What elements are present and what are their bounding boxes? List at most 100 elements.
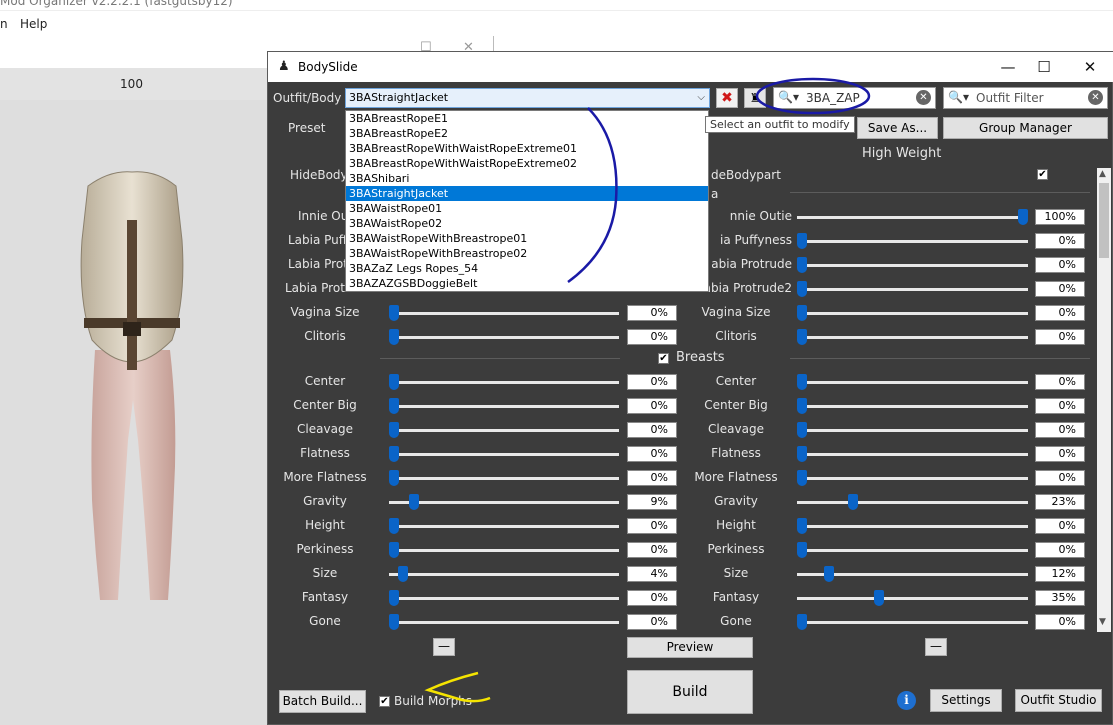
left-vagina-slider-0-value[interactable]: 0% — [627, 305, 677, 321]
low-slider-fantasy-value[interactable]: 0% — [627, 590, 677, 606]
settings-button[interactable]: Settings — [930, 689, 1002, 712]
low-slider-size-value[interactable]: 4% — [627, 566, 677, 582]
dropdown-option[interactable]: 3BABreastRopeE1 — [346, 111, 708, 126]
high-slider-cleavage-track[interactable] — [797, 429, 1028, 432]
dropdown-option[interactable]: 3BAWaistRopeWithBreastrope01 — [346, 231, 708, 246]
scrollbar-thumb[interactable] — [1099, 183, 1109, 258]
left-vagina-slider-0-thumb[interactable] — [389, 305, 399, 321]
high-slider-size-value[interactable]: 12% — [1035, 566, 1085, 582]
right-vagina-slider-0-value[interactable]: 0% — [1035, 305, 1085, 321]
outfit-studio-button[interactable]: Outfit Studio — [1015, 689, 1102, 712]
dropdown-option[interactable]: 3BAZAZGSBDoggieBelt — [346, 276, 708, 291]
info-icon[interactable]: i — [897, 691, 916, 710]
high-slider-perkiness-track[interactable] — [797, 549, 1028, 552]
high-slider-flatness-value[interactable]: 0% — [1035, 446, 1085, 462]
high-slider-cleavage-value[interactable]: 0% — [1035, 422, 1085, 438]
low-slider-center-big-value[interactable]: 0% — [627, 398, 677, 414]
dropdown-option[interactable]: 3BAWaistRope02 — [346, 216, 708, 231]
build-morphs-checkbox[interactable]: ✔ — [379, 696, 390, 707]
collapse-low-button[interactable]: — — [433, 638, 455, 656]
dropdown-option[interactable]: 3BAStraightJacket — [346, 186, 708, 201]
low-slider-fantasy-thumb[interactable] — [389, 590, 399, 606]
high-slider-center-big-value[interactable]: 0% — [1035, 398, 1085, 414]
right-vagina-slider-1-thumb[interactable] — [797, 329, 807, 345]
high-slider-center-track[interactable] — [797, 381, 1028, 384]
batch-build-button[interactable]: Batch Build... — [279, 690, 366, 713]
left-vagina-slider-1-value[interactable]: 0% — [627, 329, 677, 345]
high-slider-center-thumb[interactable] — [797, 374, 807, 390]
dropdown-option[interactable]: 3BABreastRopeWithWaistRopeExtreme01 — [346, 141, 708, 156]
dropdown-option[interactable]: 3BAWaistRopeWithBreastrope02 — [346, 246, 708, 261]
save-as-button[interactable]: Save As... — [857, 117, 938, 139]
high-slider-center-value[interactable]: 0% — [1035, 374, 1085, 390]
low-slider-height-thumb[interactable] — [389, 518, 399, 534]
left-vagina-slider-1-thumb[interactable] — [389, 329, 399, 345]
low-slider-size-track[interactable] — [389, 573, 619, 576]
high-slider-fantasy-thumb[interactable] — [874, 590, 885, 606]
low-slider-gravity-value[interactable]: 9% — [627, 494, 677, 510]
low-slider-fantasy-track[interactable] — [389, 597, 619, 600]
low-slider-perkiness-thumb[interactable] — [389, 542, 399, 558]
right-slider-0-thumb[interactable] — [1018, 209, 1028, 225]
preview-button[interactable]: Preview — [627, 637, 753, 658]
maximize-icon[interactable]: ☐ — [1026, 56, 1062, 78]
dropdown-option[interactable]: 3BAShibari — [346, 171, 708, 186]
high-slider-gone-thumb[interactable] — [797, 614, 807, 630]
right-slider-3-value[interactable]: 0% — [1035, 281, 1085, 297]
scroll-down-icon[interactable]: ▼ — [1099, 617, 1106, 627]
high-slider-perkiness-thumb[interactable] — [797, 542, 807, 558]
low-slider-center-big-thumb[interactable] — [389, 398, 399, 414]
high-slider-flatness-thumb[interactable] — [797, 446, 807, 462]
minimize-icon[interactable]: — — [990, 56, 1026, 78]
close-icon[interactable]: ✕ — [1072, 56, 1108, 78]
low-slider-center-big-track[interactable] — [389, 405, 619, 408]
low-slider-more-flatness-track[interactable] — [389, 477, 619, 480]
high-slider-height-thumb[interactable] — [797, 518, 807, 534]
low-slider-flatness-thumb[interactable] — [389, 446, 399, 462]
right-slider-3-thumb[interactable] — [797, 281, 807, 297]
high-slider-center-big-thumb[interactable] — [797, 398, 807, 414]
low-slider-center-value[interactable]: 0% — [627, 374, 677, 390]
right-vagina-slider-0-thumb[interactable] — [797, 305, 807, 321]
high-slider-gravity-thumb[interactable] — [847, 494, 858, 510]
left-vagina-slider-0-track[interactable] — [389, 312, 619, 315]
outfit-dropdown-list[interactable]: 3BABreastRopeE1 3BABreastRopeE2 3BABreastR… — [345, 110, 709, 292]
right-vagina-slider-1-track[interactable] — [797, 336, 1028, 339]
clear-filter-icon[interactable]: ✕ — [1088, 90, 1103, 105]
outfit-search-field[interactable]: 🔍▾ 3BA_ZAP ✕ — [773, 87, 936, 109]
high-slider-fantasy-value[interactable]: 35% — [1035, 590, 1085, 606]
right-slider-2-value[interactable]: 0% — [1035, 257, 1085, 273]
high-slider-more-flatness-track[interactable] — [797, 477, 1028, 480]
high-slider-gravity-value[interactable]: 23% — [1035, 494, 1085, 510]
collapse-high-button[interactable]: — — [925, 638, 947, 656]
low-slider-height-track[interactable] — [389, 525, 619, 528]
dropdown-option[interactable]: 3BABreastRopeE2 — [346, 126, 708, 141]
low-slider-size-thumb[interactable] — [397, 566, 408, 582]
low-slider-gone-thumb[interactable] — [389, 614, 399, 630]
high-slider-more-flatness-value[interactable]: 0% — [1035, 470, 1085, 486]
right-vagina-slider-0-track[interactable] — [797, 312, 1028, 315]
right-slider-1-value[interactable]: 0% — [1035, 233, 1085, 249]
high-slider-gone-value[interactable]: 0% — [1035, 614, 1085, 630]
low-slider-flatness-track[interactable] — [389, 453, 619, 456]
low-slider-center-track[interactable] — [389, 381, 619, 384]
dropdown-option[interactable]: 3BABreastRopeWithWaistRopeExtreme02 — [346, 156, 708, 171]
low-slider-flatness-value[interactable]: 0% — [627, 446, 677, 462]
hide-bodypart-checkbox[interactable]: ✔ — [1037, 169, 1048, 180]
right-slider-2-thumb[interactable] — [797, 257, 807, 273]
low-slider-height-value[interactable]: 0% — [627, 518, 677, 534]
right-slider-3-track[interactable] — [797, 288, 1028, 291]
right-slider-0-track[interactable] — [797, 216, 1028, 219]
group-manager-button[interactable]: Group Manager — [943, 117, 1108, 139]
high-slider-height-track[interactable] — [797, 525, 1028, 528]
high-slider-flatness-track[interactable] — [797, 453, 1028, 456]
low-slider-gravity-track[interactable] — [389, 501, 619, 504]
left-vagina-slider-1-track[interactable] — [389, 336, 619, 339]
low-slider-cleavage-track[interactable] — [389, 429, 619, 432]
build-button[interactable]: Build — [627, 670, 753, 714]
right-slider-0-value[interactable]: 100% — [1035, 209, 1085, 225]
clear-search-icon[interactable]: ✕ — [916, 90, 931, 105]
low-slider-cleavage-value[interactable]: 0% — [627, 422, 677, 438]
high-slider-cleavage-thumb[interactable] — [797, 422, 807, 438]
menu-item-partial[interactable]: n — [0, 17, 8, 31]
